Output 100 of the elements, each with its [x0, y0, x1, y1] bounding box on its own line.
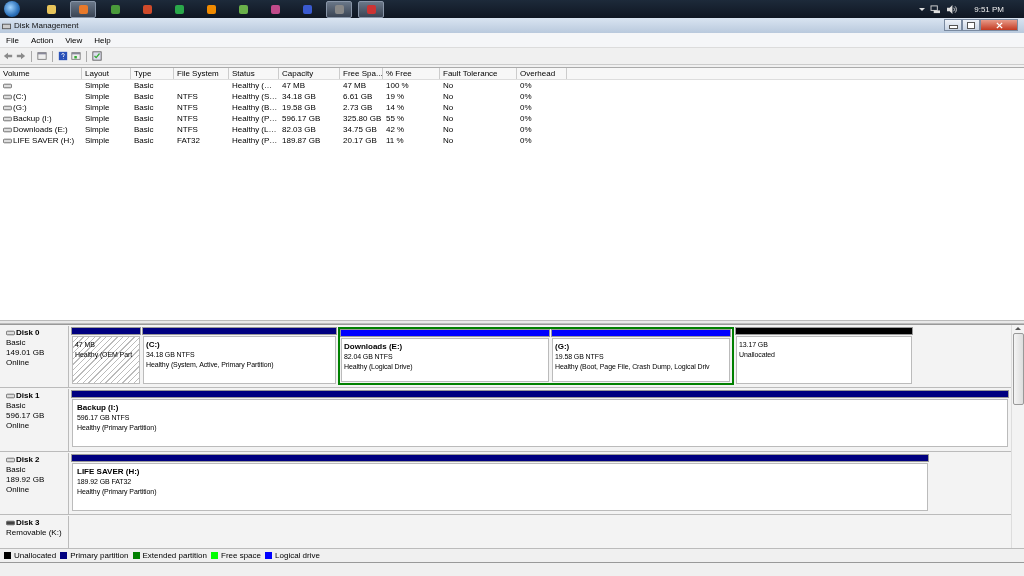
- table-cell-text: 14 %: [385, 102, 406, 113]
- table-cell-text: 34.75 GB: [342, 124, 378, 135]
- legend-label: Free space: [221, 551, 262, 560]
- partition-label: Downloads (E:): [344, 342, 404, 352]
- table-cell-text: 47 MB: [342, 80, 368, 91]
- disk-detail: Online: [6, 421, 31, 432]
- app-icon: [334, 4, 344, 14]
- table-cell-text: No: [442, 102, 455, 113]
- close-icon: [995, 21, 1003, 29]
- table-cell-text: No: [442, 91, 455, 102]
- table-cell-text: 11 %: [385, 135, 405, 146]
- menu-item[interactable]: File: [0, 35, 25, 45]
- speaker-icon[interactable]: [946, 4, 958, 14]
- table-cell-text: Basic: [133, 102, 155, 113]
- column-header[interactable]: Fault Tolerance: [440, 68, 517, 79]
- column-header[interactable]: Free Spa...: [340, 68, 383, 79]
- disk-info-panel[interactable]: Disk 1 Basic 596.17 GB Online: [0, 389, 69, 451]
- disk-name: Disk 2: [16, 454, 40, 465]
- table-cell-text: 325.80 GB: [342, 113, 383, 124]
- table-cell-text: 0%: [519, 80, 533, 91]
- column-header[interactable]: Volume: [0, 68, 82, 79]
- app-icon: [46, 4, 56, 14]
- table-cell-text: 2.73 GB: [342, 102, 374, 113]
- disk-info-panel[interactable]: Disk 2 Basic 189.92 GB Online: [0, 452, 69, 515]
- start-button[interactable]: [4, 1, 20, 17]
- disk-detail: 596.17 GB: [6, 411, 46, 422]
- table-cell-text: 19.58 GB: [281, 102, 317, 113]
- app-icon: [238, 4, 248, 14]
- column-header[interactable]: % Free: [383, 68, 440, 79]
- table-cell-text: Simple: [84, 102, 111, 113]
- app-icon: [110, 4, 120, 14]
- table-cell: (C:): [13, 91, 27, 102]
- taskbar-app-button[interactable]: [70, 0, 96, 18]
- scroll-thumb[interactable]: [1012, 333, 1024, 405]
- table-cell-text: No: [442, 113, 455, 124]
- table-cell-text: 55 %: [385, 113, 406, 124]
- table-cell-text: Basic: [133, 124, 155, 135]
- table-cell-text: NTFS: [176, 102, 199, 113]
- tray-arrow-icon[interactable]: [919, 7, 926, 11]
- app-icon: [206, 4, 216, 14]
- table-cell-text: Simple: [84, 91, 111, 102]
- app-icon: [302, 4, 312, 14]
- scrollbar[interactable]: [1011, 325, 1024, 548]
- app-icon: [78, 4, 88, 14]
- minimize-button[interactable]: [944, 19, 962, 31]
- close-button[interactable]: [980, 19, 1018, 31]
- taskbar-app-button[interactable]: [358, 0, 384, 18]
- legend-label: Extended partition: [142, 551, 207, 560]
- table-cell-text: Basic: [133, 113, 155, 124]
- legend-label: Logical drive: [275, 551, 320, 560]
- help-icon[interactable]: [58, 51, 68, 61]
- forward-icon[interactable]: [16, 51, 26, 61]
- back-icon[interactable]: [3, 51, 13, 61]
- table-cell-text: 19 %: [385, 91, 406, 102]
- app-icon: [142, 4, 152, 14]
- removable-drive-icon: [6, 520, 15, 527]
- column-header[interactable]: Capacity: [279, 68, 340, 79]
- legend-label: Primary partition: [70, 551, 129, 560]
- app-icon: [270, 4, 280, 14]
- column-header[interactable]: Status: [229, 68, 279, 79]
- column-header[interactable]: Overhead: [517, 68, 567, 79]
- disk-detail: Online: [6, 358, 31, 368]
- table-cell-text: 34.18 GB: [281, 91, 317, 102]
- menu-item[interactable]: Help: [88, 35, 117, 45]
- partition-label: (G:): [555, 342, 571, 352]
- table-cell-text: Basic: [133, 135, 155, 146]
- scroll-up-icon[interactable]: [1015, 327, 1021, 330]
- console-tree-icon[interactable]: [37, 51, 47, 61]
- check-icon[interactable]: [92, 51, 102, 61]
- window-title: Disk Management: [14, 21, 79, 30]
- taskbar-app-button[interactable]: [326, 0, 352, 18]
- menu-item[interactable]: View: [59, 35, 89, 45]
- table-cell-text: Simple: [84, 80, 111, 91]
- clock[interactable]: 9:51 PM: [974, 4, 1004, 14]
- disk-name: Disk 3: [16, 518, 40, 529]
- table-cell-text: 20.17 GB: [342, 135, 378, 146]
- window-icon[interactable]: [71, 51, 81, 61]
- disk-name: Disk 0: [16, 328, 40, 338]
- table-cell-text: NTFS: [176, 113, 199, 124]
- disk-info-panel[interactable]: Disk 3 Removable (K:): [0, 516, 69, 548]
- column-header[interactable]: File System: [174, 68, 229, 79]
- table-cell-text: Healthy (P…: [231, 135, 279, 146]
- table-cell-text: 0%: [519, 113, 533, 124]
- table-cell-text: 42 %: [385, 124, 406, 135]
- table-cell-text: 189.87 GB: [281, 135, 322, 146]
- table-cell-text: No: [442, 135, 455, 146]
- table-cell-text: NTFS: [176, 124, 199, 135]
- disk-detail: 149.01 GB: [6, 348, 46, 358]
- partition-label: Backup (I:): [77, 403, 120, 414]
- network-icon[interactable]: [930, 4, 942, 14]
- column-header[interactable]: Type: [131, 68, 174, 79]
- menu-item[interactable]: Action: [24, 35, 60, 45]
- table-cell-text: 6.61 GB: [342, 91, 374, 102]
- disk-info-panel[interactable]: Disk 0 Basic 149.01 GB Online: [0, 326, 69, 388]
- table-cell-text: Simple: [84, 124, 111, 135]
- table-cell: Backup (I:): [13, 113, 52, 124]
- disk-detail: Basic: [6, 401, 27, 412]
- column-header[interactable]: Layout: [82, 68, 131, 79]
- table-cell-text: Simple: [84, 135, 111, 146]
- maximize-button[interactable]: [962, 19, 980, 31]
